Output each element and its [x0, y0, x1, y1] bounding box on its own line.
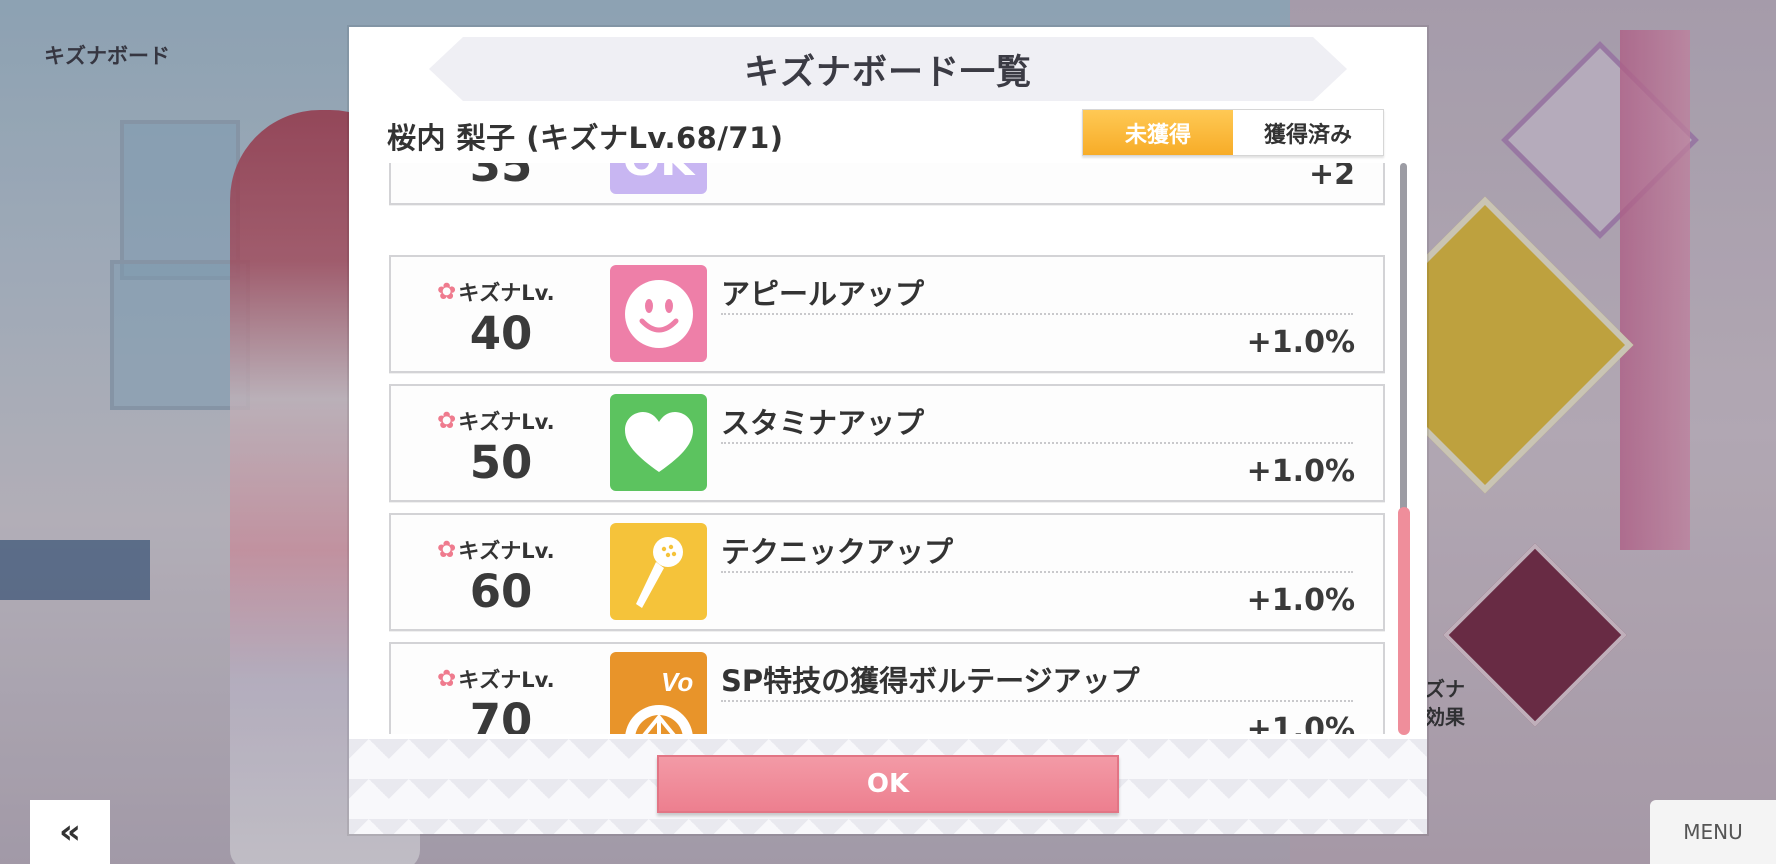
ok-button[interactable]: OK — [657, 755, 1119, 813]
level-label: ✿ キズナLv. — [437, 406, 555, 436]
reward-value: +1.0% — [1246, 712, 1355, 734]
reward-list[interactable]: 35 OK +2 ✿ キズナLv. 40 — [389, 163, 1385, 734]
reward-name: スタミナアップ — [721, 406, 925, 440]
level-number: 50 — [469, 436, 533, 489]
menu-button[interactable]: MENU — [1650, 800, 1776, 864]
reward-value: +1.0% — [1246, 325, 1355, 360]
character-name: 桜内 梨子 (キズナLv.68/71) — [387, 121, 784, 155]
level-label: ✿ キズナLv. — [437, 664, 555, 694]
level-number: 40 — [469, 307, 533, 360]
level-label: ✿ キズナLv. — [437, 277, 555, 307]
level-prefix: キズナLv. — [458, 539, 555, 563]
divider — [721, 313, 1353, 315]
list-item: ✿ キズナLv. 60 テクニックアップ +1.0% — [389, 513, 1385, 631]
level-block: ✿ キズナLv. 40 — [391, 257, 611, 375]
tab-acquired[interactable]: 獲得済み — [1233, 110, 1383, 155]
level-prefix: キズナLv. — [458, 410, 555, 434]
reward-value: +2 — [1308, 163, 1355, 192]
divider — [721, 571, 1353, 573]
divider — [721, 442, 1353, 444]
svg-text:Vo: Vo — [661, 667, 693, 697]
scrollbar-thumb[interactable] — [1398, 507, 1410, 735]
reward-value: +1.0% — [1246, 454, 1355, 489]
list-item: 35 OK +2 — [389, 163, 1385, 205]
level-block: ✿ キズナLv. 50 — [391, 386, 611, 504]
level-prefix: キズナLv. — [458, 668, 555, 692]
level-block: ✿ キズナLv. 70 — [391, 644, 611, 734]
sakura-icon: ✿ — [437, 666, 457, 692]
reward-name: テクニックアップ — [721, 535, 954, 569]
level-number: 70 — [469, 694, 533, 734]
kizuna-board-list-dialog: キズナボード一覧 桜内 梨子 (キズナLv.68/71) 未獲得 獲得済み 35… — [349, 27, 1427, 834]
list-item: ✿ キズナLv. 40 アピールアップ +1.0% — [389, 255, 1385, 373]
ok-badge-icon: OK — [610, 163, 707, 194]
level-prefix: キズナLv. — [458, 281, 555, 305]
heart-icon — [610, 394, 707, 491]
reward-name: SP特技の獲得ボルテージアップ — [721, 664, 1140, 698]
sakura-icon: ✿ — [437, 279, 457, 305]
dialog-title: キズナボード一覧 — [743, 52, 1032, 93]
tab-group: 未獲得 獲得済み — [1082, 109, 1384, 156]
reward-value: +1.0% — [1246, 583, 1355, 618]
dialog-title-banner: キズナボード一覧 — [429, 37, 1347, 101]
divider — [721, 700, 1353, 702]
sakura-icon: ✿ — [437, 408, 457, 434]
microphone-icon — [610, 523, 707, 620]
back-button[interactable]: « — [30, 800, 110, 864]
list-item: ✿ キズナLv. 70 Vo SP特技の獲得ボルテージアップ +1.0% — [389, 642, 1385, 734]
level-block: 35 — [391, 163, 611, 207]
reward-name: アピールアップ — [721, 277, 925, 311]
smiley-face-icon — [610, 265, 707, 362]
list-item: ✿ キズナLv. 50 スタミナアップ +1.0% — [389, 384, 1385, 502]
tab-unacquired[interactable]: 未獲得 — [1083, 110, 1233, 155]
voltage-meter-icon: Vo — [610, 652, 707, 734]
level-block: ✿ キズナLv. 60 — [391, 515, 611, 633]
level-number: 60 — [469, 565, 533, 618]
level-number: 35 — [469, 163, 533, 192]
sakura-icon: ✿ — [437, 537, 457, 563]
level-label: ✿ キズナLv. — [437, 535, 555, 565]
